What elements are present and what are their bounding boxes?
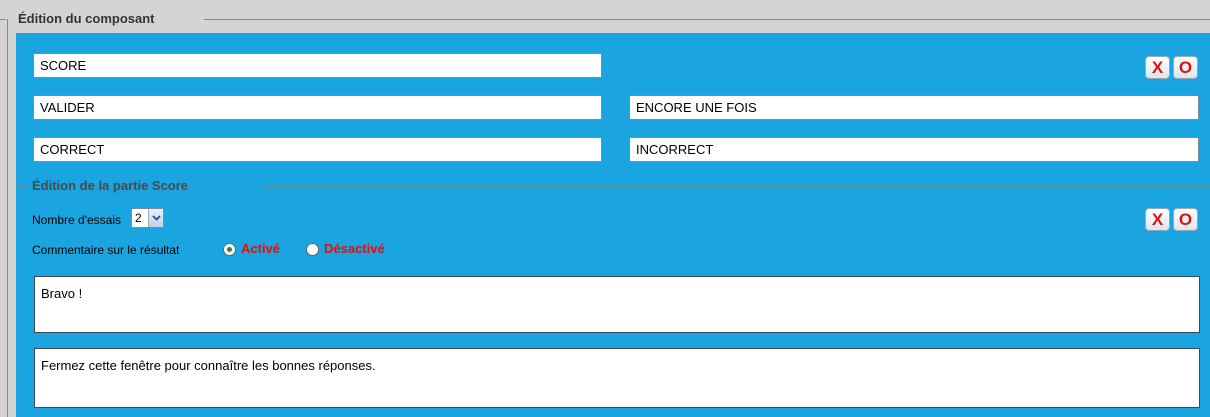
component-actions: X O: [1145, 56, 1198, 79]
radio-enabled[interactable]: [223, 243, 236, 256]
retry-field[interactable]: ENCORE UNE FOIS: [629, 95, 1199, 120]
ok-score-button[interactable]: O: [1173, 208, 1198, 231]
chevron-down-icon[interactable]: [148, 209, 163, 227]
score-field[interactable]: SCORE: [33, 53, 602, 78]
attempts-label: Nombre d'essais: [32, 213, 121, 227]
fieldset-border-left: [0, 19, 6, 20]
component-panel: SCORE X O VALIDER ENCORE UNE FOIS CORREC…: [16, 33, 1210, 417]
score-section-title: Édition de la partie Score: [32, 178, 189, 193]
score-actions: X O: [1145, 208, 1198, 231]
delete-score-button[interactable]: X: [1145, 208, 1170, 231]
comment-label: Commentaire sur le résultat: [32, 243, 180, 257]
success-message-textarea[interactable]: Bravo !: [34, 276, 1200, 333]
incorrect-field[interactable]: INCORRECT: [629, 137, 1199, 162]
score-fieldset-border-right: [263, 186, 1210, 187]
failure-message-textarea[interactable]: Fermez cette fenêtre pour connaître les …: [34, 348, 1200, 408]
correct-field[interactable]: CORRECT: [33, 137, 602, 162]
component-edit-title: Édition du composant: [14, 11, 159, 26]
fieldset-border-right: [204, 19, 1210, 20]
validate-field[interactable]: VALIDER: [33, 95, 602, 120]
delete-component-button[interactable]: X: [1145, 56, 1170, 79]
score-fieldset-border-left: [18, 186, 28, 187]
radio-disabled-label[interactable]: Désactivé: [324, 241, 385, 256]
ok-component-button[interactable]: O: [1173, 56, 1198, 79]
attempts-select[interactable]: 2: [131, 208, 164, 228]
radio-enabled-label[interactable]: Activé: [241, 241, 280, 256]
attempts-select-value: 2: [135, 211, 142, 225]
fieldset-border-side: [7, 19, 8, 417]
radio-disabled[interactable]: [306, 243, 319, 256]
